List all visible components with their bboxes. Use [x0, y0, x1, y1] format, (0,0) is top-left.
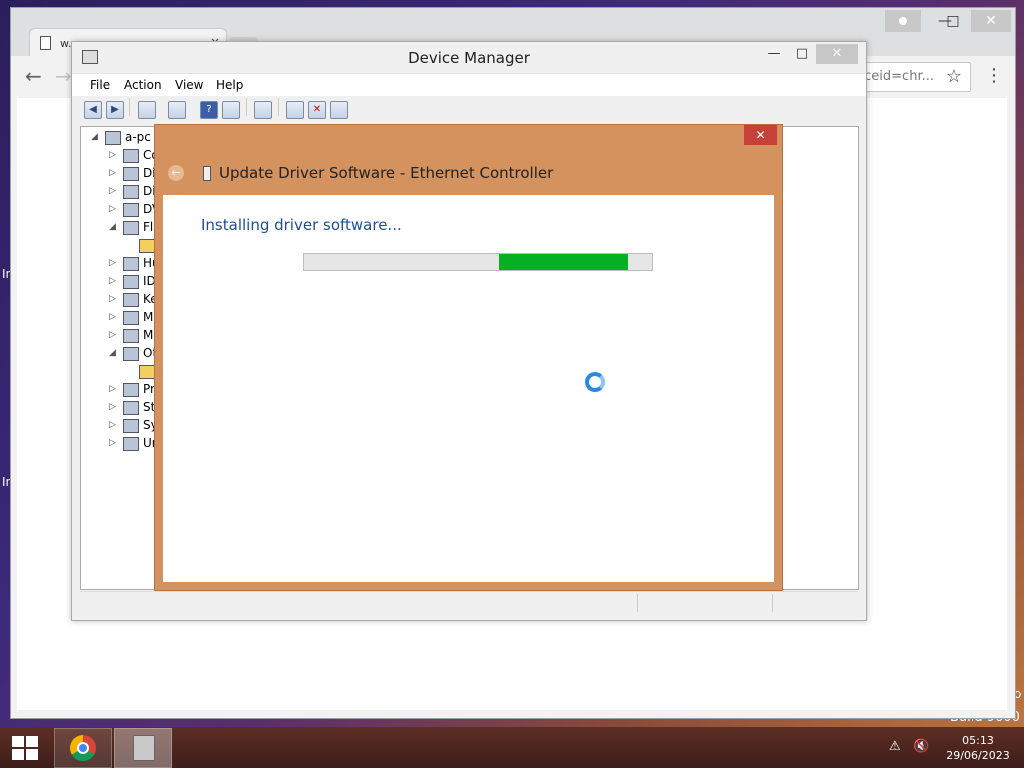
- progress-fill: [498, 254, 628, 270]
- volume-muted-icon[interactable]: 🔇: [913, 739, 929, 754]
- expand-icon[interactable]: ▷: [109, 420, 116, 430]
- expand-icon[interactable]: ◢: [109, 348, 116, 358]
- install-status-text: Installing driver software...: [201, 216, 402, 234]
- taskbar-chrome-button[interactable]: [54, 728, 112, 768]
- device-category-icon: [123, 311, 139, 325]
- computer-icon: [105, 131, 121, 145]
- expand-icon[interactable]: ▷: [109, 168, 116, 178]
- close-button[interactable]: ✕: [816, 44, 858, 64]
- taskbar: ⚠ 🔇 05:13 29/06/2023: [0, 727, 1024, 768]
- device-category-icon: [123, 203, 139, 217]
- expand-icon[interactable]: ◢: [109, 222, 116, 232]
- menu-bar: File Action View Help: [72, 73, 866, 97]
- menu-icon[interactable]: ⋮: [985, 65, 1003, 86]
- toolbar: ◀ ▶ ? ✕: [72, 96, 866, 124]
- tree-item-label: M: [143, 328, 154, 342]
- forward-icon[interactable]: ▶: [106, 101, 124, 119]
- taskbar-device-manager-button[interactable]: [114, 728, 172, 768]
- device-category-icon: [123, 419, 139, 433]
- expand-icon[interactable]: ▷: [109, 258, 116, 268]
- device-category-icon: [123, 329, 139, 343]
- device-icon: [203, 166, 211, 181]
- status-separator: [637, 594, 638, 612]
- device-category-icon: [123, 185, 139, 199]
- tree-item-label: Fl: [143, 220, 154, 234]
- expand-icon[interactable]: ▷: [109, 312, 116, 322]
- forward-arrow-icon[interactable]: →: [55, 64, 72, 88]
- profile-button[interactable]: [885, 10, 921, 32]
- device-category-icon: [123, 167, 139, 181]
- maximize-button[interactable]: □: [935, 10, 971, 32]
- close-button[interactable]: ✕: [971, 10, 1011, 32]
- expand-icon[interactable]: ▷: [109, 402, 116, 412]
- device-category-icon: [123, 221, 139, 235]
- device-category-icon: [123, 437, 139, 451]
- device-manager-icon: [133, 735, 155, 761]
- close-button[interactable]: ✕: [744, 125, 777, 145]
- computer-view-icon[interactable]: [222, 101, 240, 119]
- maximize-button[interactable]: □: [788, 44, 816, 64]
- device-category-icon: [123, 257, 139, 271]
- device-category-icon: [123, 149, 139, 163]
- scan-hardware-icon[interactable]: [254, 101, 272, 119]
- expand-icon[interactable]: ▷: [109, 438, 116, 448]
- expand-icon[interactable]: ▷: [109, 204, 116, 214]
- clock-time: 05:13: [962, 734, 994, 747]
- device-category-icon: [123, 401, 139, 415]
- device-category-icon: [123, 293, 139, 307]
- toolbar-separator: [129, 98, 130, 116]
- expand-icon[interactable]: ▷: [109, 384, 116, 394]
- help-icon[interactable]: ?: [200, 101, 218, 119]
- back-arrow-icon[interactable]: ←: [25, 64, 42, 88]
- star-icon[interactable]: ☆: [946, 66, 962, 87]
- back-icon[interactable]: ◀: [84, 101, 102, 119]
- tree-item-label: M: [143, 310, 154, 324]
- clock[interactable]: 05:13 29/06/2023: [944, 733, 1012, 763]
- device-category-icon: [123, 383, 139, 397]
- device-category-icon: [139, 365, 155, 379]
- busy-spinner-icon: [585, 372, 605, 392]
- title-bar: Device Manager — □ ✕: [72, 42, 866, 72]
- menu-help[interactable]: Help: [216, 78, 243, 92]
- address-text: rceid=chr...: [859, 69, 934, 84]
- window-title: Device Manager: [408, 49, 530, 67]
- person-icon: [899, 17, 907, 25]
- progress-bar: [303, 253, 653, 271]
- expand-icon[interactable]: ▷: [109, 330, 116, 340]
- update-driver-icon[interactable]: [286, 101, 304, 119]
- windows-start-icon[interactable]: [12, 736, 38, 760]
- chrome-icon: [70, 735, 96, 761]
- disable-icon[interactable]: [330, 101, 348, 119]
- menu-view[interactable]: View: [175, 78, 203, 92]
- expand-icon[interactable]: ▷: [109, 294, 116, 304]
- update-driver-dialog: ✕ ← Update Driver Software - Ethernet Co…: [154, 124, 783, 591]
- toolbar-separator: [246, 98, 247, 116]
- minimize-button[interactable]: —: [760, 44, 788, 64]
- back-arrow-icon[interactable]: ←: [168, 165, 184, 181]
- network-error-icon[interactable]: ⚠: [889, 739, 901, 754]
- clock-date: 29/06/2023: [946, 749, 1010, 762]
- expand-icon[interactable]: ▷: [109, 150, 116, 160]
- menu-action[interactable]: Action: [124, 78, 162, 92]
- menu-file[interactable]: File: [90, 78, 110, 92]
- properties-icon[interactable]: [138, 101, 156, 119]
- toolbar-separator: [278, 98, 279, 116]
- device-category-icon: [123, 347, 139, 361]
- document-icon: [40, 36, 51, 50]
- uninstall-icon[interactable]: ✕: [308, 101, 326, 119]
- tree-root-label: a-pc: [125, 130, 151, 144]
- device-category-icon: [139, 239, 155, 253]
- status-separator: [772, 594, 773, 612]
- status-bar: [80, 591, 857, 614]
- expand-icon[interactable]: ▷: [109, 276, 116, 286]
- dialog-body: Installing driver software...: [163, 195, 774, 582]
- collapse-icon[interactable]: ◢: [91, 132, 98, 142]
- device-category-icon: [123, 275, 139, 289]
- dialog-title: Update Driver Software - Ethernet Contro…: [219, 164, 554, 182]
- tree-view-icon[interactable]: [168, 101, 186, 119]
- expand-icon[interactable]: ▷: [109, 186, 116, 196]
